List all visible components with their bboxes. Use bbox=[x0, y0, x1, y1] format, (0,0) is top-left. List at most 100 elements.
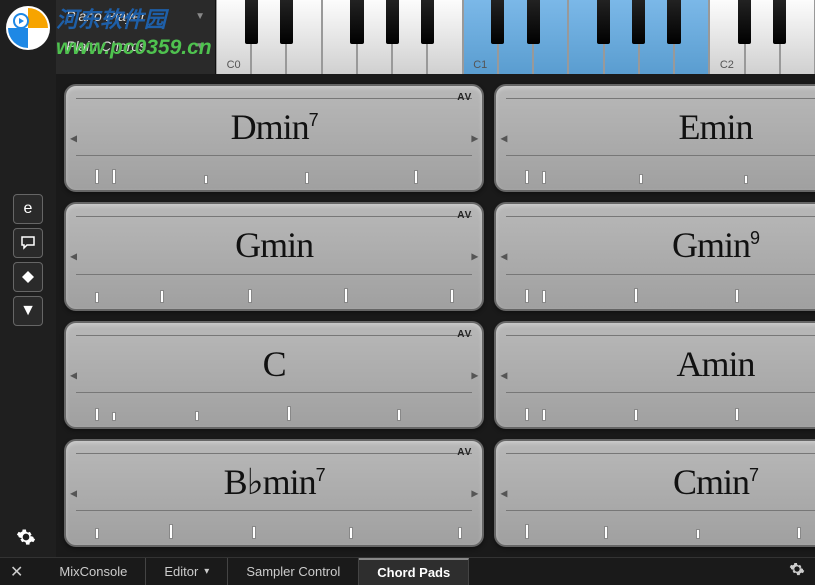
voicing-note bbox=[735, 289, 739, 303]
voicing-display bbox=[506, 397, 815, 421]
chord-prev-arrow-icon[interactable]: ◂ bbox=[500, 366, 507, 383]
piano-black-key[interactable] bbox=[350, 0, 363, 44]
tab-mixconsole[interactable]: MixConsole bbox=[41, 558, 146, 585]
voicing-note bbox=[95, 408, 99, 421]
chord-pad[interactable]: AV ◂ ▸ B♭min7 bbox=[64, 439, 484, 547]
voicing-note bbox=[458, 527, 462, 539]
piano-black-key[interactable] bbox=[491, 0, 504, 44]
piano-black-key[interactable] bbox=[667, 0, 680, 44]
top-panel: Piano Player ▼ Plain Chords ▼ C0C1C2 bbox=[56, 0, 815, 74]
tool-expand-button[interactable]: ▼ bbox=[13, 296, 43, 326]
voicing-note bbox=[160, 290, 164, 302]
piano-black-key[interactable] bbox=[632, 0, 645, 44]
tab-settings-gear-icon[interactable] bbox=[789, 561, 805, 582]
main-panel: Piano Player ▼ Plain Chords ▼ C0C1C2 AV◂… bbox=[56, 0, 815, 557]
piano-black-key[interactable] bbox=[386, 0, 399, 44]
chord-pad[interactable]: AV◂▸Amin bbox=[494, 321, 815, 429]
chord-name-label: Gmin9 bbox=[672, 224, 759, 266]
voicing-display bbox=[76, 515, 472, 539]
voicing-display bbox=[76, 397, 472, 421]
chord-next-arrow-icon[interactable]: ▸ bbox=[471, 130, 478, 147]
piano-black-key[interactable] bbox=[421, 0, 434, 44]
voicing-note bbox=[112, 412, 116, 420]
tab-chord-pads[interactable]: Chord Pads bbox=[359, 558, 469, 585]
voicing-note bbox=[195, 411, 199, 421]
tool-e-button[interactable]: e bbox=[13, 194, 43, 224]
chord-pad[interactable]: AV ◂ ▸ Gmin bbox=[64, 202, 484, 310]
player-preset-dropdown[interactable]: Piano Player ▼ bbox=[66, 8, 205, 24]
chord-name-label: Cmin7 bbox=[673, 461, 758, 503]
voicing-note bbox=[397, 409, 401, 421]
tab-sampler-control[interactable]: Sampler Control bbox=[228, 558, 359, 585]
chords-preset-label: Plain Chords bbox=[66, 38, 146, 54]
chord-prev-arrow-icon[interactable]: ◂ bbox=[70, 366, 77, 383]
voicing-note bbox=[349, 527, 353, 539]
tool-tag-button[interactable] bbox=[13, 262, 43, 292]
voicing-note bbox=[634, 288, 638, 302]
voicing-note bbox=[414, 170, 418, 184]
voicing-note bbox=[542, 171, 546, 185]
chord-pad[interactable]: AV◂▸Emin bbox=[494, 84, 815, 192]
voicing-note bbox=[604, 526, 608, 539]
voicing-display bbox=[506, 515, 815, 539]
voicing-note bbox=[248, 289, 252, 303]
voicing-note bbox=[344, 288, 348, 302]
piano-black-key[interactable] bbox=[773, 0, 786, 44]
octave-label: C2 bbox=[720, 59, 734, 71]
chord-name-label: C bbox=[263, 343, 286, 385]
chord-prev-arrow-icon[interactable]: ◂ bbox=[70, 248, 77, 265]
voicing-note bbox=[542, 409, 546, 421]
preset-selector: Piano Player ▼ Plain Chords ▼ bbox=[56, 0, 216, 74]
chord-pad[interactable]: AV◂▸C bbox=[64, 321, 484, 429]
tool-comment-button[interactable] bbox=[13, 228, 43, 258]
chord-name-label: Amin bbox=[677, 343, 755, 385]
chord-next-arrow-icon[interactable]: ▸ bbox=[471, 484, 478, 501]
chord-pad[interactable]: AV◂▸Gmin9 bbox=[494, 202, 815, 310]
voicing-note bbox=[525, 289, 529, 302]
chord-name-label: Dmin7 bbox=[231, 106, 318, 148]
chord-prev-arrow-icon[interactable]: ◂ bbox=[70, 130, 77, 147]
chord-name-label: Emin bbox=[679, 106, 753, 148]
chevron-down-icon: ▾ bbox=[204, 566, 209, 577]
voicing-note bbox=[542, 290, 546, 302]
chord-prev-arrow-icon[interactable]: ◂ bbox=[500, 484, 507, 501]
voicing-note bbox=[735, 408, 739, 421]
adaptive-voicing-badge: AV bbox=[457, 447, 472, 458]
piano-black-key[interactable] bbox=[597, 0, 610, 44]
chevron-down-icon: ▼ bbox=[195, 41, 205, 52]
voicing-note bbox=[525, 170, 529, 184]
chord-pad[interactable]: AV ◂ ▸ Dmin7 bbox=[64, 84, 484, 192]
voicing-display bbox=[76, 279, 472, 303]
voicing-display bbox=[506, 279, 815, 303]
piano-black-key[interactable] bbox=[738, 0, 751, 44]
chord-next-arrow-icon[interactable]: ▸ bbox=[471, 248, 478, 265]
chord-next-arrow-icon[interactable]: ▸ bbox=[471, 366, 478, 383]
octave-label: C1 bbox=[473, 59, 487, 71]
voicing-note bbox=[450, 289, 454, 303]
voicing-note bbox=[169, 524, 173, 539]
adaptive-voicing-badge: AV bbox=[457, 92, 472, 103]
piano-black-key[interactable] bbox=[280, 0, 293, 44]
chord-name-label: Gmin bbox=[235, 224, 313, 266]
voicing-note bbox=[252, 526, 256, 539]
piano-black-key[interactable] bbox=[527, 0, 540, 44]
chord-prev-arrow-icon[interactable]: ◂ bbox=[500, 248, 507, 265]
voicing-note bbox=[95, 528, 99, 539]
settings-gear-icon[interactable] bbox=[16, 527, 36, 553]
left-toolbar: e ▼ bbox=[0, 0, 56, 585]
chords-preset-dropdown[interactable]: Plain Chords ▼ bbox=[66, 38, 205, 54]
voicing-note bbox=[95, 292, 99, 303]
close-icon[interactable]: ✕ bbox=[10, 562, 23, 582]
piano-keyboard[interactable]: C0C1C2 bbox=[216, 0, 815, 74]
tab-editor[interactable]: Editor▾ bbox=[146, 558, 228, 585]
voicing-note bbox=[112, 169, 116, 185]
chord-name-label: B♭min7 bbox=[224, 461, 325, 503]
adaptive-voicing-badge: AV bbox=[457, 210, 472, 221]
chord-pad[interactable]: AV◂▸Cmin7 bbox=[494, 439, 815, 547]
voicing-note bbox=[525, 408, 529, 421]
voicing-note bbox=[634, 409, 638, 421]
chord-prev-arrow-icon[interactable]: ◂ bbox=[70, 484, 77, 501]
bottom-tab-bar: ✕ MixConsoleEditor▾Sampler ControlChord … bbox=[0, 557, 815, 585]
piano-black-key[interactable] bbox=[245, 0, 258, 44]
chord-prev-arrow-icon[interactable]: ◂ bbox=[500, 130, 507, 147]
